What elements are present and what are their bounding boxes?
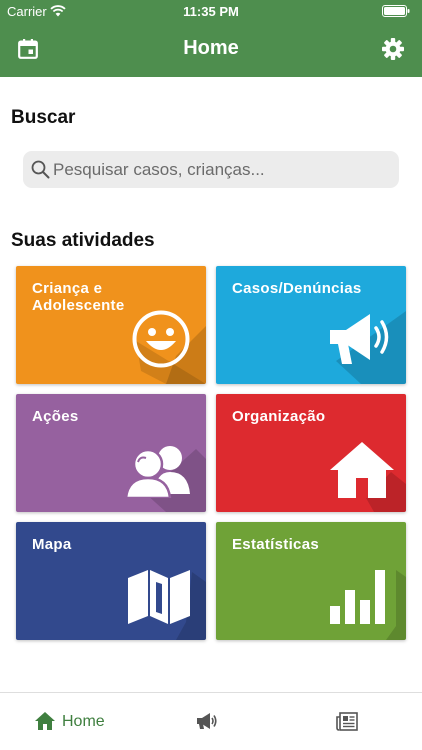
tile-label: Estatísticas	[232, 536, 319, 553]
tab-home-label: Home	[62, 713, 105, 730]
search-box[interactable]	[23, 151, 399, 188]
people-icon	[124, 446, 190, 498]
tile-mapa[interactable]: Mapa	[16, 522, 206, 640]
tile-label: Criança e Adolescente	[32, 280, 125, 314]
status-bar: Carrier 11:35 PM	[0, 0, 422, 22]
tile-label: Mapa	[32, 536, 72, 553]
battery-icon	[382, 5, 410, 17]
search-section-title: Buscar	[11, 107, 76, 128]
tile-label: Ações	[32, 408, 79, 425]
tile-organizacao[interactable]: Organização	[216, 394, 406, 512]
gear-icon[interactable]	[382, 38, 404, 60]
activities-section-title: Suas atividades	[11, 230, 155, 251]
tab-news[interactable]	[336, 693, 362, 750]
tile-label: Organização	[232, 408, 326, 425]
bar-chart-icon	[330, 570, 385, 624]
megaphone-icon	[197, 713, 217, 729]
home-icon	[35, 712, 55, 730]
app-header: Carrier 11:35 PM Home	[0, 0, 422, 77]
search-icon	[31, 160, 50, 179]
tile-label: Casos/Denúncias	[232, 280, 362, 297]
megaphone-icon	[330, 314, 389, 364]
status-time: 11:35 PM	[183, 4, 239, 19]
tab-home[interactable]: Home	[30, 693, 140, 750]
tile-estatisticas[interactable]: Estatísticas	[216, 522, 406, 640]
bottom-tab-bar: Home	[0, 692, 422, 750]
newspaper-icon	[336, 712, 358, 731]
smiley-icon	[132, 310, 190, 368]
tile-acoes[interactable]: Ações	[16, 394, 206, 512]
search-input[interactable]	[53, 151, 393, 188]
tile-crianca-adolescente[interactable]: Criança e Adolescente	[16, 266, 206, 384]
tab-announcements[interactable]	[196, 693, 222, 750]
page-title: Home	[183, 37, 239, 59]
map-icon	[128, 570, 190, 624]
tile-casos-denuncias[interactable]: Casos/Denúncias	[216, 266, 406, 384]
house-icon	[330, 442, 394, 498]
app-screen: Carrier 11:35 PM Home Buscar Pesquisar c…	[0, 0, 422, 750]
